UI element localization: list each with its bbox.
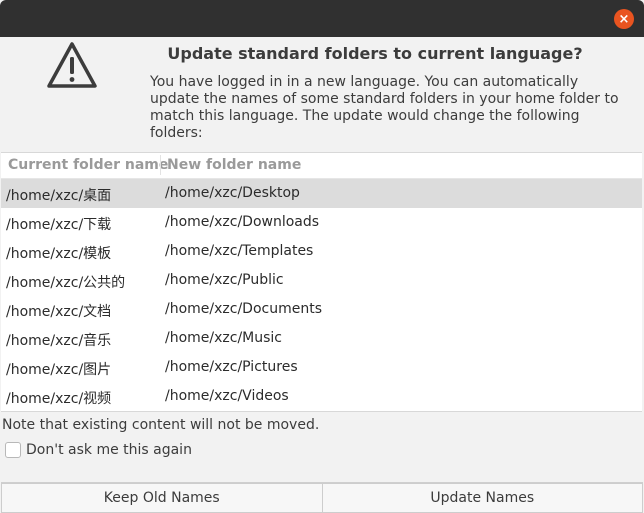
table-row[interactable]: /home/xzc/模板/home/xzc/Templates bbox=[1, 237, 642, 266]
cell-current-folder: /home/xzc/桌面 bbox=[6, 188, 112, 204]
cell-current-folder: /home/xzc/公共的 bbox=[6, 275, 126, 291]
table-row[interactable]: /home/xzc/图片/home/xzc/Pictures bbox=[1, 353, 642, 382]
table-row[interactable]: /home/xzc/公共的/home/xzc/Public bbox=[1, 266, 642, 295]
cell-new-folder: /home/xzc/Public bbox=[165, 272, 284, 288]
table-row[interactable]: /home/xzc/下载/home/xzc/Downloads bbox=[1, 208, 642, 237]
table-row[interactable]: /home/xzc/视频/home/xzc/Videos bbox=[1, 382, 642, 411]
cell-new-folder: /home/xzc/Videos bbox=[165, 388, 289, 404]
table-row[interactable]: /home/xzc/音乐/home/xzc/Music bbox=[1, 324, 642, 353]
cell-current-folder: /home/xzc/模板 bbox=[6, 246, 112, 262]
column-separator bbox=[160, 155, 161, 175]
cell-current-folder: /home/xzc/文档 bbox=[6, 304, 112, 320]
title-bar[interactable]: × bbox=[0, 0, 644, 37]
close-icon: × bbox=[618, 11, 630, 27]
close-button[interactable]: × bbox=[614, 9, 634, 29]
cell-current-folder: /home/xzc/音乐 bbox=[6, 333, 112, 349]
cell-current-folder: /home/xzc/下载 bbox=[6, 217, 112, 233]
dont-ask-checkbox[interactable] bbox=[5, 442, 21, 458]
dialog-title: Update standard folders to current langu… bbox=[167, 44, 583, 63]
table-header: Current folder name New folder name bbox=[1, 153, 642, 179]
note-text: Note that existing content will not be m… bbox=[2, 417, 320, 433]
cell-new-folder: /home/xzc/Desktop bbox=[165, 185, 300, 201]
cell-new-folder: /home/xzc/Downloads bbox=[165, 214, 320, 230]
column-header-current[interactable]: Current folder name bbox=[8, 157, 168, 173]
dialog-message: You have logged in in a new language. Yo… bbox=[150, 74, 619, 141]
column-header-new[interactable]: New folder name bbox=[167, 157, 301, 173]
cell-new-folder: /home/xzc/Documents bbox=[165, 301, 322, 317]
keep-old-names-button[interactable]: Keep Old Names bbox=[1, 483, 323, 513]
table-row[interactable]: /home/xzc/桌面/home/xzc/Desktop bbox=[1, 179, 642, 208]
dont-ask-label: Don't ask me this again bbox=[26, 442, 192, 458]
table-body: /home/xzc/桌面/home/xzc/Desktop/home/xzc/下… bbox=[1, 179, 642, 411]
dont-ask-option[interactable]: Don't ask me this again bbox=[5, 442, 192, 458]
cell-current-folder: /home/xzc/图片 bbox=[6, 362, 112, 378]
update-names-button[interactable]: Update Names bbox=[322, 483, 643, 513]
cell-new-folder: /home/xzc/Templates bbox=[165, 243, 314, 259]
button-bar: Keep Old Names Update Names bbox=[1, 482, 643, 513]
cell-new-folder: /home/xzc/Music bbox=[165, 330, 283, 346]
cell-current-folder: /home/xzc/视频 bbox=[6, 391, 112, 407]
folder-table[interactable]: Current folder name New folder name /hom… bbox=[1, 152, 642, 412]
warning-icon bbox=[47, 42, 97, 88]
table-row[interactable]: /home/xzc/文档/home/xzc/Documents bbox=[1, 295, 642, 324]
cell-new-folder: /home/xzc/Pictures bbox=[165, 359, 298, 375]
